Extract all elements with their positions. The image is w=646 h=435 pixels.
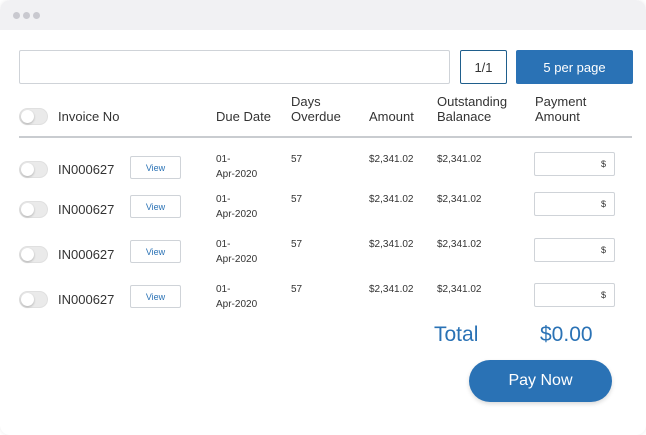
view-button[interactable]: View [130, 195, 181, 218]
outstanding-balance: $2,341.02 [437, 239, 482, 250]
amount: $2,341.02 [369, 194, 414, 205]
total-value: $0.00 [540, 323, 593, 346]
outstanding-balance: $2,341.02 [437, 154, 482, 165]
view-button[interactable]: View [130, 240, 181, 263]
row-select-toggle[interactable] [19, 291, 48, 308]
amount: $2,341.02 [369, 284, 414, 295]
payment-amount-input[interactable]: $ [534, 192, 615, 216]
header-days-overdue-line1: Days [291, 94, 321, 109]
invoice-number: IN000627 [58, 162, 115, 177]
invoice-payment-window: 1/1 5 per page Invoice No Due Date Days … [0, 0, 646, 435]
invoice-number: IN000627 [58, 247, 115, 262]
header-due-date: Due Date [216, 109, 271, 124]
window-dot-icon [33, 12, 40, 19]
header-divider [19, 136, 632, 138]
header-outstanding-line1: Outstanding [437, 94, 508, 109]
invoice-number: IN000627 [58, 292, 115, 307]
due-date-line1: 01- [216, 239, 231, 250]
amount: $2,341.02 [369, 154, 414, 165]
row-select-toggle[interactable] [19, 161, 48, 178]
outstanding-balance: $2,341.02 [437, 284, 482, 295]
days-overdue: 57 [291, 239, 303, 250]
window-titlebar [0, 0, 646, 30]
total-label: Total [434, 323, 479, 346]
view-button[interactable]: View [130, 285, 181, 308]
payment-amount-input[interactable]: $ [534, 152, 615, 176]
window-dot-icon [13, 12, 20, 19]
invoice-number: IN000627 [58, 202, 115, 217]
due-date-line1: 01- [216, 194, 231, 205]
days-overdue: 57 [291, 194, 303, 205]
days-overdue: 57 [291, 284, 303, 295]
due-date-line1: 01- [216, 154, 231, 165]
per-page-button[interactable]: 5 per page [516, 50, 633, 84]
header-payment-line1: Payment [535, 94, 587, 109]
header-outstanding-line2: Balanace [437, 109, 492, 124]
due-date-line2: Apr-2020 [216, 209, 258, 220]
due-date-line2: Apr-2020 [216, 254, 258, 265]
pay-now-button[interactable]: Pay Now [469, 360, 612, 402]
select-all-toggle[interactable] [19, 108, 48, 125]
search-input[interactable] [19, 50, 450, 84]
due-date: 01- Apr-2020 [216, 152, 257, 182]
due-date-line2: Apr-2020 [216, 169, 258, 180]
header-days-overdue: Days Overdue [291, 94, 341, 124]
header-days-overdue-line2: Overdue [291, 109, 341, 124]
header-payment-line2: Amount [535, 109, 580, 124]
days-overdue: 57 [291, 154, 303, 165]
header-payment-amount: Payment Amount [535, 94, 586, 124]
due-date-line2: Apr-2020 [216, 299, 258, 310]
due-date: 01- Apr-2020 [216, 237, 257, 267]
payment-amount-input[interactable]: $ [534, 238, 615, 262]
page-indicator[interactable]: 1/1 [460, 50, 507, 84]
header-invoice-no: Invoice No [58, 109, 120, 124]
window-dot-icon [23, 12, 30, 19]
due-date: 01- Apr-2020 [216, 192, 257, 222]
row-select-toggle[interactable] [19, 246, 48, 263]
view-button[interactable]: View [130, 156, 181, 179]
amount: $2,341.02 [369, 239, 414, 250]
payment-amount-input[interactable]: $ [534, 283, 615, 307]
due-date-line1: 01- [216, 284, 231, 295]
outstanding-balance: $2,341.02 [437, 194, 482, 205]
header-outstanding-balance: Outstanding Balanace [437, 94, 507, 124]
row-select-toggle[interactable] [19, 201, 48, 218]
header-amount: Amount [369, 109, 414, 124]
due-date: 01- Apr-2020 [216, 282, 257, 312]
